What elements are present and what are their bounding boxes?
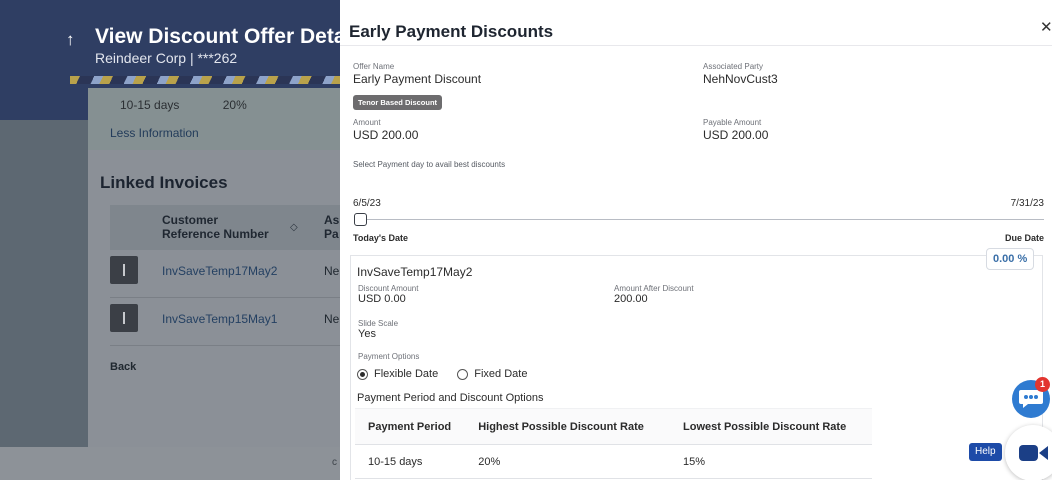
payable-amount-label: Payable Amount [703,118,762,127]
tenor-row: 10-15 days 20% [120,98,247,112]
lowest-rate-cell: 15% [670,444,872,479]
tenor-based-discount-badge: Tenor Based Discount [353,95,443,110]
camera-icon [1019,445,1048,461]
table-row: 10-15 days 20% 15% [355,444,872,479]
column-highest-rate: Highest Possible Discount Rate [465,408,670,445]
discount-amount-label: Discount Amount [358,284,419,293]
payment-options-label: Payment Options [358,352,420,361]
column-lowest-rate: Lowest Possible Discount Rate [670,408,872,445]
slide-scale-label: Slide Scale [358,319,399,328]
table-header-row: Payment Period Highest Possible Discount… [355,408,872,445]
todays-date-label: Today's Date [353,233,408,243]
column-associated-party: As Pa [324,213,340,241]
linked-invoices-title: Linked Invoices [100,173,228,192]
offer-name-label: Offer Name [353,62,395,71]
associated-party-cell: Ne [324,264,340,278]
tenor-rate: 20% [222,98,247,112]
help-button[interactable]: Help [969,443,1002,461]
invoice-name: InvSaveTemp17May2 [357,265,473,279]
payment-day-slider-track[interactable] [360,219,1044,220]
discount-amount-value: USD 0.00 [358,293,406,305]
payment-period-heading: Payment Period and Discount Options [357,392,544,404]
associated-party-label: Associated Party [703,62,764,71]
amount-after-discount-label: Amount After Discount [614,284,694,293]
associated-party-cell: Ne [324,312,340,326]
drawer-title: Early Payment Discounts [349,22,554,41]
discount-options-table: Payment Period Highest Possible Discount… [355,408,872,479]
invoice-thumbnail-icon [110,304,138,332]
highest-rate-cell: 20% [465,444,670,479]
invoice-link[interactable]: InvSaveTemp17May2 [162,264,277,278]
payment-period-cell: 10-15 days [355,444,466,479]
fixed-date-label: Fixed Date [474,368,528,380]
fixed-date-option[interactable]: Fixed Date [457,368,527,380]
payment-options-radio-group: Flexible Date Fixed Date [357,368,543,383]
column-payment-period: Payment Period [355,408,466,445]
invoice-thumbnail-icon [110,256,138,284]
amount-after-discount-value: 200.00 [614,293,648,305]
associated-party-value: NehNovCust3 [703,72,778,86]
slider-instruction: Select Payment day to avail best discoun… [353,160,506,169]
notification-badge: 1 [1035,377,1050,392]
flexible-date-option[interactable]: Flexible Date [357,368,438,380]
page-footer: c [0,447,340,480]
video-camera-icon[interactable] [1005,425,1052,480]
offer-name-value: Early Payment Discount [353,72,482,86]
back-button[interactable]: Back [110,361,136,373]
amount-label: Amount [353,118,381,127]
due-date-label: Due Date [1004,233,1044,243]
sort-icon[interactable]: ◇ [290,222,298,233]
header-decoration [70,76,360,84]
invoice-link[interactable]: InvSaveTemp15May1 [162,312,277,326]
footer-text: c [332,457,337,468]
back-arrow-icon[interactable]: ↑ [66,30,75,50]
slider-end-date: 7/31/23 [1010,198,1044,209]
divider [340,45,1052,46]
slider-start-date: 6/5/23 [353,198,381,209]
column-customer-reference[interactable]: Customer Reference Number [162,213,272,241]
less-information-link[interactable]: Less Information [110,126,199,140]
page-title: View Discount Offer Details [95,25,369,48]
slide-scale-value: Yes [358,328,376,340]
flexible-date-label: Flexible Date [374,368,439,380]
radio-unchecked-icon[interactable] [457,368,469,380]
radio-checked-icon[interactable] [357,368,368,380]
payable-amount-value: USD 200.00 [703,128,769,142]
discount-rate-badge: 0.00 % [986,248,1035,270]
early-payment-drawer: Early Payment Discounts ✕ Offer Name Ear… [340,0,1052,480]
page-subtitle: Reindeer Corp | ***262 [95,50,238,66]
tenor-period: 10-15 days [120,98,180,112]
payment-day-slider-handle[interactable] [354,213,367,226]
close-icon[interactable]: ✕ [1040,20,1052,36]
amount-value: USD 200.00 [353,128,419,142]
